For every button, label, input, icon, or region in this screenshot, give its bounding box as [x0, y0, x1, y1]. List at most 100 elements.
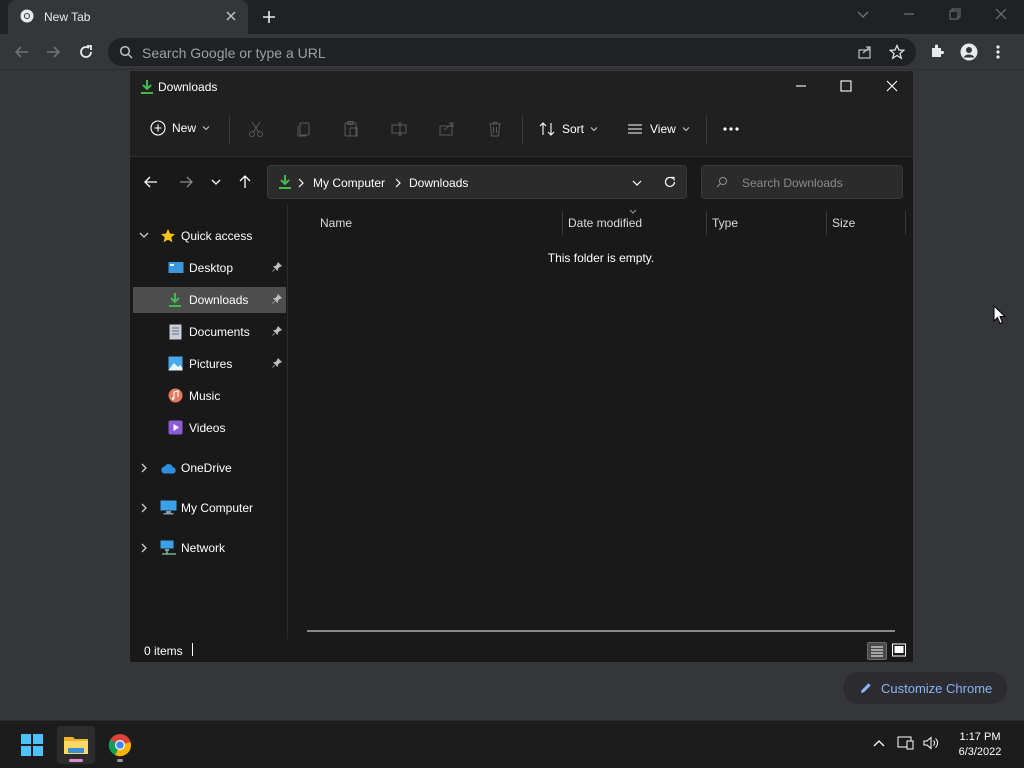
back-icon[interactable]: [13, 43, 31, 61]
up-arrow-icon[interactable]: [237, 174, 253, 190]
new-tab-plus-icon[interactable]: [260, 8, 278, 26]
chevron-down-icon[interactable]: [138, 231, 150, 241]
back-icon[interactable]: [143, 174, 159, 190]
sidebar-item-label: Downloads: [189, 293, 249, 307]
sidebar-item-pictures[interactable]: Pictures: [130, 351, 288, 377]
desktop-icon: [168, 261, 184, 275]
breadcrumb-downloads[interactable]: Downloads: [409, 176, 468, 190]
item-count: 0 items: [144, 644, 183, 658]
breadcrumb-chevron-icon[interactable]: [297, 178, 305, 188]
network-status-icon[interactable]: [897, 735, 915, 751]
chevron-right-icon[interactable]: [140, 502, 148, 514]
restore-icon[interactable]: [948, 7, 962, 21]
profile-avatar-icon[interactable]: [960, 43, 978, 61]
pin-icon[interactable]: [272, 326, 282, 336]
column-header-date-modified[interactable]: Date modified: [568, 216, 642, 230]
large-icons-view-icon[interactable]: [890, 642, 910, 660]
paste-icon[interactable]: [342, 120, 360, 138]
new-button[interactable]: New: [150, 120, 210, 136]
sidebar-item-my-computer[interactable]: My Computer: [130, 495, 288, 521]
forward-icon[interactable]: [44, 43, 62, 61]
sidebar-item-videos[interactable]: Videos: [130, 415, 288, 441]
recent-locations-chevron-icon[interactable]: [210, 174, 222, 190]
sort-label: Sort: [562, 122, 585, 136]
close-tab-icon[interactable]: [225, 10, 237, 22]
refresh-icon[interactable]: [663, 175, 677, 189]
file-explorer-taskbar-icon[interactable]: [57, 726, 95, 764]
rename-icon[interactable]: [390, 120, 408, 138]
minimize-icon[interactable]: [794, 79, 808, 93]
column-divider[interactable]: [826, 211, 827, 235]
chevron-down-icon: [682, 125, 690, 133]
forward-icon[interactable]: [178, 174, 194, 190]
chrome-taskbar-icon[interactable]: [101, 726, 139, 764]
pin-icon[interactable]: [272, 294, 282, 304]
column-header-name[interactable]: Name: [320, 216, 352, 230]
tab-new-tab[interactable]: New Tab: [8, 0, 248, 34]
bookmark-star-icon[interactable]: [889, 44, 905, 60]
sidebar-item-label: Pictures: [189, 357, 233, 371]
running-app-indicator: [117, 759, 123, 762]
breadcrumb-my-computer[interactable]: My Computer: [313, 176, 385, 190]
close-icon[interactable]: [885, 79, 899, 93]
browser-toolbar: Search Google or type a URL: [0, 34, 1024, 70]
cut-icon[interactable]: [247, 120, 265, 138]
view-button[interactable]: View: [626, 120, 690, 138]
delete-icon[interactable]: [486, 120, 504, 138]
address-dropdown-chevron-icon[interactable]: [631, 178, 643, 188]
column-header-type[interactable]: Type: [712, 216, 738, 230]
chevron-right-icon[interactable]: [140, 462, 148, 474]
computer-icon: [160, 500, 177, 515]
pin-icon[interactable]: [272, 358, 282, 368]
sort-arrows-icon: [538, 120, 556, 138]
download-icon: [168, 292, 182, 308]
minimize-icon[interactable]: [902, 7, 916, 21]
more-options-icon[interactable]: [722, 120, 740, 138]
chevron-right-icon[interactable]: [140, 542, 148, 554]
close-window-icon[interactable]: [994, 7, 1008, 21]
command-separator: [522, 115, 523, 145]
pin-icon[interactable]: [272, 262, 282, 272]
star-icon: [160, 228, 176, 244]
sidebar-item-music[interactable]: Music: [130, 383, 288, 409]
sidebar-item-downloads[interactable]: Downloads: [133, 287, 286, 313]
breadcrumb-chevron-icon[interactable]: [394, 178, 402, 188]
sidebar-item-label: Documents: [189, 325, 250, 339]
command-bar: New Sort View: [130, 103, 913, 157]
sidebar-item-documents[interactable]: Documents: [130, 319, 288, 345]
search-icon: [716, 176, 728, 188]
reload-icon[interactable]: [77, 43, 95, 61]
maximize-icon[interactable]: [839, 79, 853, 93]
active-app-indicator: [69, 759, 83, 762]
horizontal-scrollbar[interactable]: [307, 630, 895, 632]
pencil-icon: [859, 681, 873, 695]
share-icon[interactable]: [438, 120, 456, 138]
customize-chrome-button[interactable]: Customize Chrome: [843, 672, 1007, 704]
column-divider[interactable]: [562, 211, 563, 235]
new-label: New: [172, 121, 197, 135]
column-header-size[interactable]: Size: [832, 216, 855, 230]
extensions-icon[interactable]: [929, 43, 945, 59]
sidebar-item-desktop[interactable]: Desktop: [130, 255, 288, 281]
omnibox-placeholder: Search Google or type a URL: [142, 45, 326, 61]
tab-search-chevron-icon[interactable]: [856, 7, 870, 21]
volume-icon[interactable]: [922, 735, 940, 751]
details-view-icon[interactable]: [867, 642, 887, 660]
show-hidden-icons-chevron-icon[interactable]: [872, 737, 886, 749]
sidebar-item-quick-access[interactable]: Quick access: [130, 223, 288, 249]
empty-folder-message: This folder is empty.: [547, 251, 655, 265]
search-downloads-input[interactable]: Search Downloads: [701, 165, 903, 199]
sidebar-item-network[interactable]: Network: [130, 535, 288, 561]
sort-button[interactable]: Sort: [538, 120, 598, 138]
system-clock[interactable]: 1:17 PM 6/3/2022: [946, 730, 1014, 760]
file-list-pane[interactable]: Name Date modified Type Size This folder…: [289, 205, 913, 639]
address-bar[interactable]: My Computer Downloads: [267, 165, 687, 199]
share-icon[interactable]: [857, 44, 873, 60]
copy-icon[interactable]: [295, 120, 313, 138]
omnibox[interactable]: Search Google or type a URL: [108, 38, 916, 66]
column-divider[interactable]: [905, 211, 906, 235]
column-divider[interactable]: [706, 211, 707, 235]
chrome-menu-icon[interactable]: [995, 43, 1001, 61]
sidebar-item-onedrive[interactable]: OneDrive: [130, 455, 288, 481]
windows-start-icon[interactable]: [13, 726, 51, 764]
